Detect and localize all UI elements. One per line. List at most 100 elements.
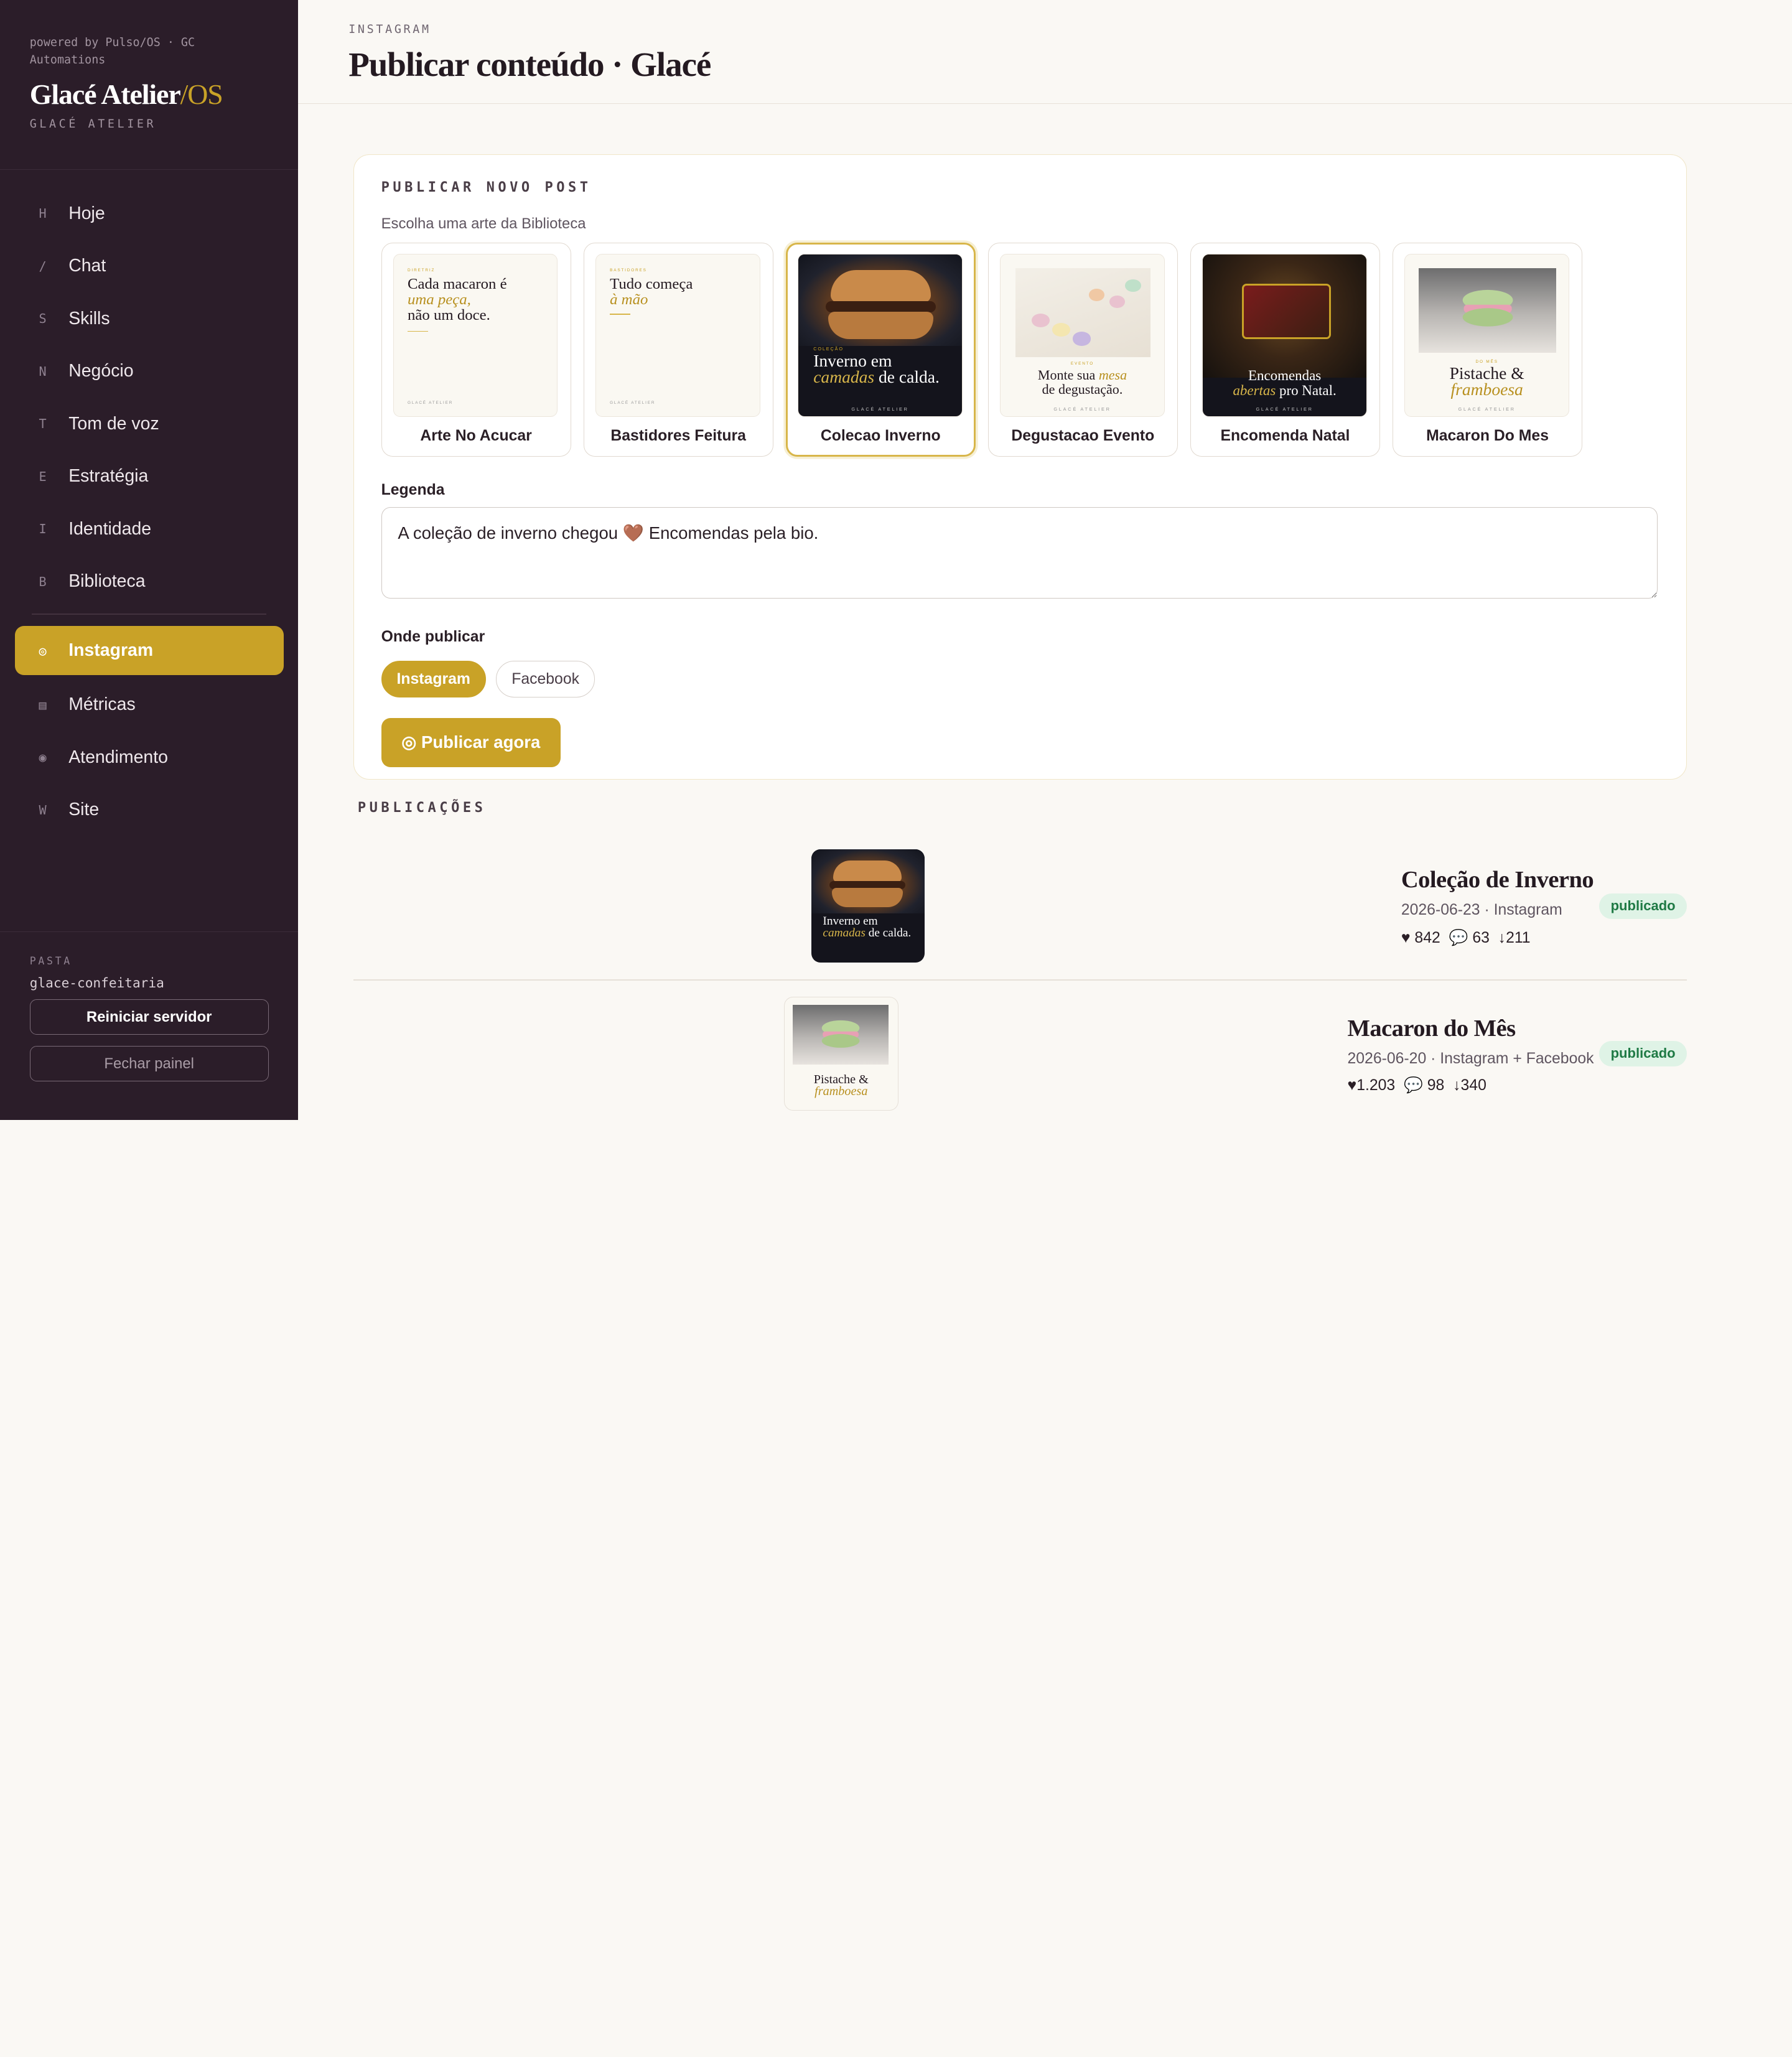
brand-logo: Glacé Atelier/OS [30,78,269,111]
publication-item[interactable]: Inverno em camadas de calda. Coleção de I… [353,849,1687,964]
sidebar-footer: PASTA glace-confeitaria Reiniciar servid… [0,931,299,1104]
art-option-encomenda-natal[interactable]: Encomendas abertas pro Natal. GLACÉ ATELI… [1190,243,1380,457]
art-headline: Monte sua mesa de degustação. [1001,368,1164,397]
saves-count: 340 [1460,1077,1486,1094]
art-line: Tudo começa [610,276,693,293]
heart-icon: ♥ [1401,930,1411,947]
sidebar: powered by Pulso/OS · GC Automations Gla… [0,0,299,1120]
post-meta: 2026-06-20 · Instagram + Facebook [1347,1050,1594,1067]
nav-item-metricas[interactable]: ▤ Métricas [15,682,284,727]
nav-item-chat[interactable]: / Chat [15,243,284,289]
art-option-colecao-inverno[interactable]: COLEÇÃO Inverno em camadas de calda. GLAC… [785,243,976,457]
art-headline: Cada macaron é uma peça, não um doce. [408,277,507,323]
art-line-accent: mesa [1098,367,1127,383]
nav-label: Negócio [68,361,134,381]
section-label: PUBLICAR NOVO POST [381,180,592,196]
pasta-value: glace-confeitaria [29,974,164,991]
art-option-bastidores-feitura[interactable]: BASTIDORES Tudo começa à mão GLACÉ ATELIE… [583,243,773,457]
nav-key: B [39,574,47,589]
nav-label: Hoje [68,203,105,223]
nav-item-biblioteca[interactable]: B Biblioteca [15,559,284,604]
art-headline: Tudo começa à mão [610,277,693,308]
nav-label: Identidade [68,518,152,539]
art-line-accent: framboesa [814,1084,868,1098]
art-rule [408,330,429,332]
nav-label: Tom de voz [68,413,159,434]
nav-divider [32,613,266,615]
nav-item-skills[interactable]: S Skills [15,296,284,341]
caption-textarea[interactable]: A coleção de inverno chegou 🤎 Encomendas… [381,506,1658,599]
nav-item-identidade[interactable]: I Identidade [15,506,284,551]
nav-label: Estratégia [68,466,149,487]
nav-item-atendimento[interactable]: ◉ Atendimento [15,735,284,780]
nav-item-site[interactable]: W Site [15,787,284,833]
status-badge: publicado [1599,893,1687,919]
nav-label: Instagram [68,640,154,661]
nav-item-tom-de-voz[interactable]: T Tom de voz [15,401,284,446]
post-thumbnail: Pistache & framboesa [783,996,898,1111]
new-post-card: PUBLICAR NOVO POST Escolha uma arte da B… [353,154,1687,780]
art-line: de calda. [868,926,912,940]
art-line: de calda. [879,367,940,387]
nav-label: Skills [68,308,110,329]
brand-suffix: /OS [180,78,223,110]
pasta-label: PASTA [29,954,72,967]
macaron-shape [1462,289,1513,327]
nav-key: T [39,416,47,432]
post-meta: 2026-06-23 · Instagram [1401,902,1562,919]
platform-instagram-toggle[interactable]: Instagram [381,661,486,697]
art-line-accent: abertas [1233,383,1276,399]
art-footer: GLACÉ ATELIER [610,400,656,405]
art-headline: Encomendas abertas pro Natal. [1203,368,1366,398]
post-thumbnail: Inverno em camadas de calda. [811,849,925,963]
caption-label: Legenda [381,481,445,498]
art-line-accent: camadas [813,367,875,387]
macaron-shape [821,1020,860,1048]
where-label: Onde publicar [381,628,485,646]
nav-label: Atendimento [68,747,168,767]
publication-item[interactable]: Pistache & framboesa Macaron do Mês 2026-… [353,996,1687,1111]
art-option-macaron-do-mes[interactable]: DO MÊS Pistache & framboesa GLACÉ ATELIER… [1393,243,1582,457]
nav-item-negocio[interactable]: N Negócio [15,348,284,394]
art-thumbnail: DIRETRIZ Cada macaron é uma peça, não um d… [393,253,558,417]
nav-item-estrategia[interactable]: E Estratégia [15,454,284,499]
art-thumbnail: BASTIDORES Tudo começa à mão GLACÉ ATELIE… [595,253,760,417]
art-option-arte-no-acucar[interactable]: DIRETRIZ Cada macaron é uma peça, não um d… [381,243,571,457]
instagram-icon: ◎ [39,643,47,658]
comment-icon: 💬 [1449,930,1468,947]
nav-key: S [39,311,47,327]
art-option-degustacao-evento[interactable]: EVENTO Monte sua mesa de degustação. GLAC… [987,243,1178,457]
art-line-accent: uma peça, [408,291,471,309]
art-footer: GLACÉ ATELIER [1458,406,1516,412]
choose-art-label: Escolha uma arte da Biblioteca [381,215,586,232]
platform-facebook-toggle[interactable]: Facebook [496,661,595,697]
art-line: Cada macaron é [408,276,507,293]
heart-icon: ♥ [1347,1077,1357,1094]
art-name: Degustacao Evento [1011,427,1155,444]
restart-server-button[interactable]: Reiniciar servidor [29,999,269,1035]
comments-count: 63 [1472,930,1490,947]
art-eyebrow: BASTIDORES [610,268,647,273]
likes-count: 1.203 [1356,1077,1396,1094]
powered-by: powered by Pulso/OS · GC Automations [29,36,195,67]
nav-item-hoje[interactable]: H Hoje [15,190,284,236]
close-panel-button[interactable]: Fechar painel [29,1046,269,1082]
nav-label: Chat [68,256,106,276]
nav-key: W [39,802,47,818]
art-eyebrow: EVENTO [1070,361,1094,366]
save-icon: ↓ [1498,930,1506,947]
art-name: Macaron Do Mes [1426,427,1549,444]
art-thumbnail: COLEÇÃO Inverno em camadas de calda. GLAC… [798,253,963,417]
art-rule [610,314,631,315]
brand-subtitle: GLACÉ ATELIER [29,117,157,131]
main-nav: H Hoje / Chat S Skills N Negócio T Tom de voz… [0,170,298,839]
comment-icon: 💬 [1404,1077,1423,1094]
publish-now-button[interactable]: ◎ Publicar agora [381,717,561,767]
brand-main: Glacé Atelier [29,78,181,110]
art-footer: GLACÉ ATELIER [408,400,454,405]
macaron-photo [811,849,925,913]
christmas-box-photo [1203,254,1366,378]
nav-key: I [39,521,47,537]
nav-item-instagram[interactable]: ◎ Instagram [14,626,284,676]
post-stats: ♥1.203 💬 98 ↓340 [1347,1076,1486,1094]
